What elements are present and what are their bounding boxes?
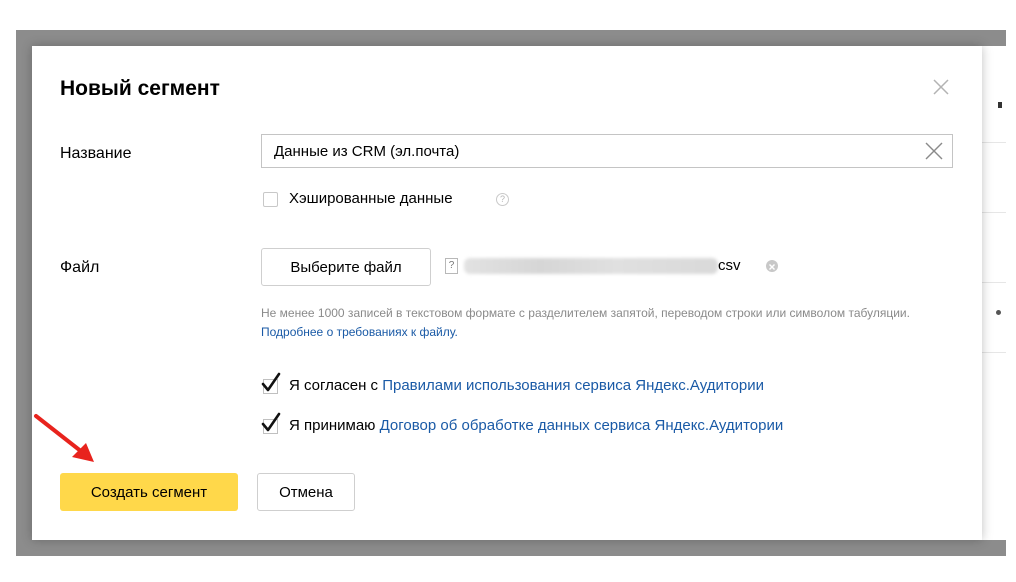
- remove-file-button[interactable]: [766, 260, 778, 272]
- cancel-button[interactable]: Отмена: [257, 473, 355, 511]
- annotation-arrow: [34, 414, 94, 462]
- close-icon: [933, 79, 949, 95]
- hashed-data-label: Хэшированные данные: [289, 190, 453, 207]
- background-divider: [982, 282, 1006, 283]
- background-fragment: [998, 102, 1002, 108]
- checkmark-icon: [261, 372, 281, 392]
- remove-icon: [769, 264, 775, 270]
- file-requirements-link[interactable]: Подробнее о требованиях к файлу.: [261, 325, 458, 339]
- create-segment-button[interactable]: Создать сегмент: [60, 473, 238, 511]
- file-requirements-hint: Не менее 1000 записей в текстовом формат…: [261, 304, 951, 342]
- file-name-redacted: [464, 258, 718, 274]
- checkmark-icon: [261, 412, 281, 432]
- new-segment-dialog: Новый сегмент Название Хэшированные данн…: [32, 46, 982, 540]
- clear-input-button[interactable]: [924, 141, 944, 161]
- file-label: Файл: [60, 259, 100, 276]
- name-field: [261, 134, 953, 168]
- agreement-data-label: Я принимаю Договор об обработке данных с…: [289, 417, 783, 434]
- file-extension: csv: [718, 257, 741, 274]
- agreement-rules-prefix: Я согласен с: [289, 377, 383, 394]
- background-page-edge: [982, 46, 1006, 540]
- hashed-data-checkbox[interactable]: [263, 192, 278, 207]
- dialog-title: Новый сегмент: [60, 77, 220, 100]
- close-button[interactable]: [930, 76, 952, 98]
- background-divider: [982, 142, 1006, 143]
- usage-rules-link[interactable]: Правилами использования сервиса Яндекс.А…: [382, 377, 764, 394]
- agreement-rules-label: Я согласен с Правилами использования сер…: [289, 377, 764, 394]
- agreement-data-prefix: Я принимаю: [289, 417, 380, 434]
- data-processing-link[interactable]: Договор об обработке данных сервиса Янде…: [380, 417, 784, 434]
- question-circle-icon[interactable]: ?: [496, 193, 509, 206]
- choose-file-button[interactable]: Выберите файл: [261, 248, 431, 286]
- name-label: Название: [60, 145, 132, 162]
- background-divider: [982, 352, 1006, 353]
- clear-icon: [925, 142, 943, 160]
- name-input[interactable]: [262, 135, 912, 167]
- background-fragment: [996, 310, 1001, 315]
- hint-text: Не менее 1000 записей в текстовом формат…: [261, 306, 910, 320]
- background-divider: [982, 212, 1006, 213]
- file-type-icon: ?: [445, 258, 458, 274]
